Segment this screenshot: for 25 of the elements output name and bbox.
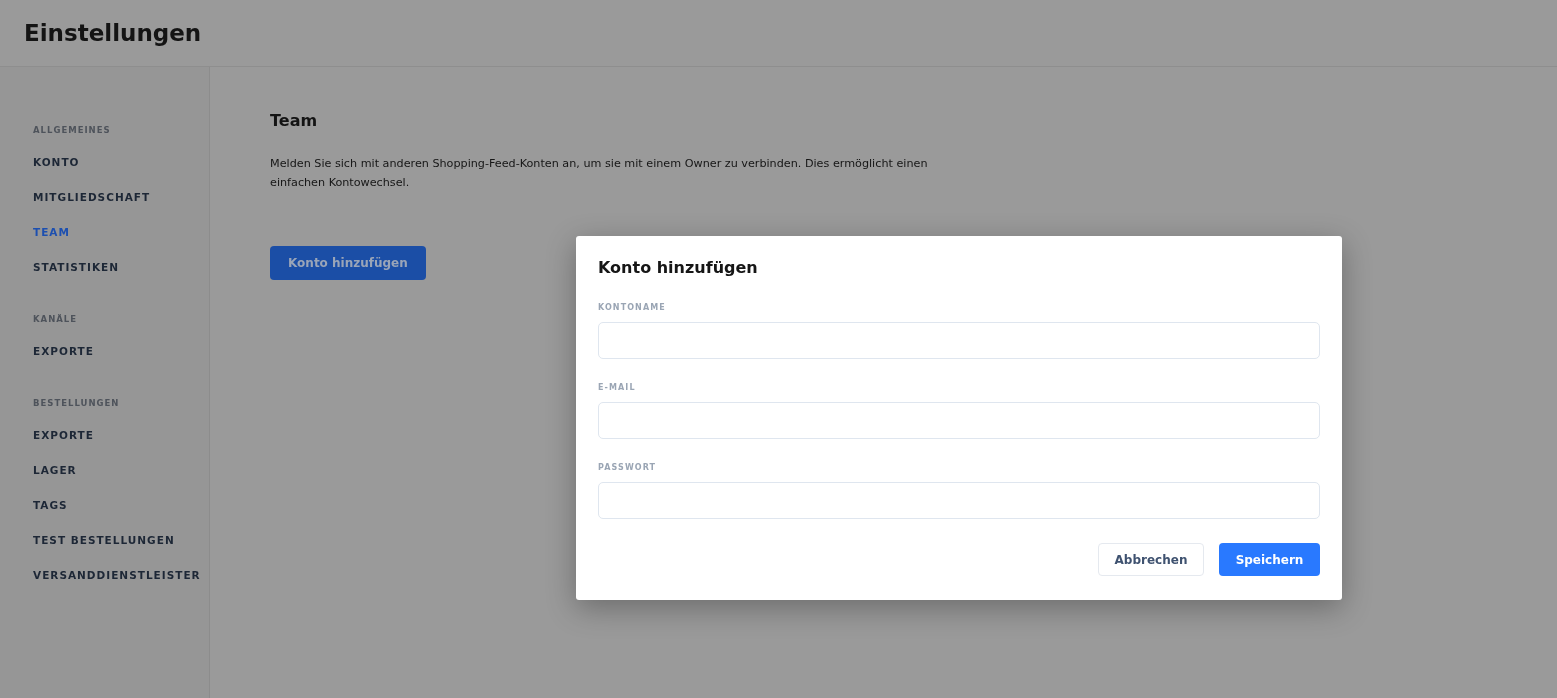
sidebar-item[interactable]: STATISTIKEN [33,259,209,294]
sidebar-item[interactable]: EXPORTE [33,427,209,462]
add-account-button[interactable]: Konto hinzufügen [270,246,426,280]
sidebar-item[interactable]: MITGLIEDSCHAFT [33,189,209,224]
cancel-button[interactable]: Abbrechen [1098,543,1204,576]
section-label: BESTELLUNGEN [33,398,121,408]
sidebar-item[interactable]: KONTO [33,154,209,189]
section-title: Team [270,111,319,130]
input-field[interactable] [598,482,1320,519]
section-label: ALLGEMEINES [33,125,112,135]
field-label: KONTONAME [598,303,667,312]
field-label: PASSWORT [598,463,658,472]
section-label: KANÄLE [33,314,79,324]
description-text: Melden Sie sich mit anderen Shopping-Feed-Konten an, um sie mit einem Owner zu verbinden. Dies ermöglicht einen einfachen Kontowechsel. [270,156,929,191]
save-button[interactable]: Speichern [1219,543,1320,576]
sidebar-item[interactable]: LAGER [33,462,209,497]
sidebar-item[interactable]: VERSANDDIENSTLEISTER [33,567,209,602]
page-title: Einstellungen [24,20,202,46]
field-label: E-MAIL [598,383,637,392]
dialog-title: Konto hinzufügen [598,258,759,277]
input-field[interactable] [598,322,1320,359]
sidebar-item[interactable]: EXPORTE [33,343,209,378]
sidebar-item[interactable]: TAGS [33,497,209,532]
sidebar-item[interactable]: TEST BESTELLUNGEN [33,532,209,567]
input-field[interactable] [598,402,1320,439]
